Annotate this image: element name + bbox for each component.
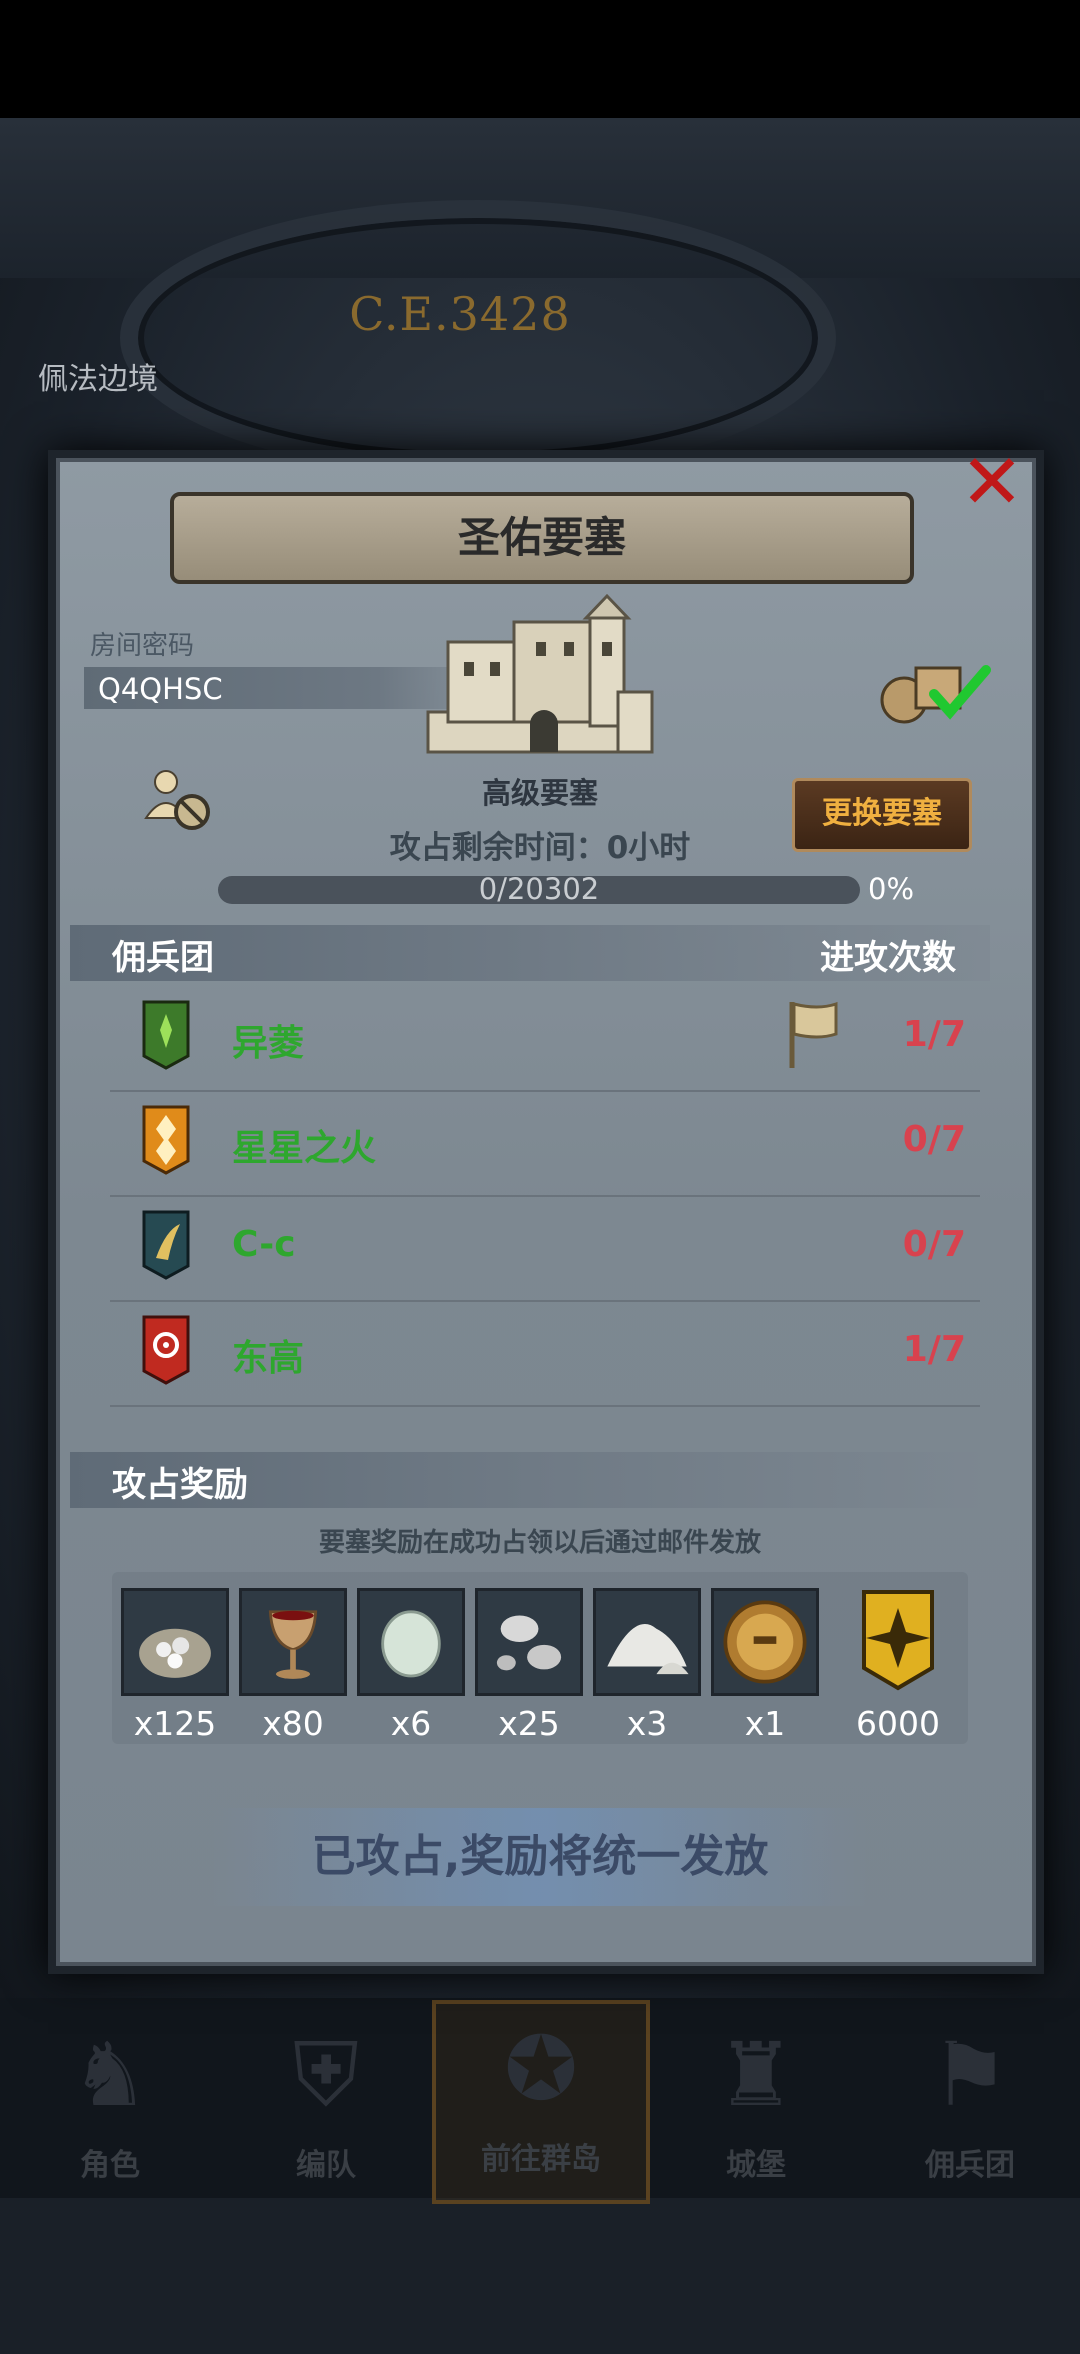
rewards-note: 要塞奖励在成功占领以后通过邮件发放 [318, 1528, 761, 1558]
no-user-icon[interactable] [144, 768, 214, 832]
claim-status-banner: 已攻占,奖励将统一发放 [212, 1808, 868, 1906]
dialog-title: 圣佑要塞 [170, 492, 914, 584]
reward-quantity: x25 [498, 1704, 560, 1743]
reward-item[interactable]: x6 [357, 1588, 465, 1743]
era-label: C.E.3428 [349, 287, 571, 341]
guild-row[interactable]: C-c 0/7 [110, 1196, 980, 1302]
nav-formation[interactable]: ⛨ 编队 [226, 2010, 426, 2200]
fortress-icon [426, 593, 654, 754]
nav-label: 前往群岛 [481, 2142, 601, 2177]
nav-label: 佣兵团 [925, 2148, 1015, 2183]
guild-row[interactable]: 异菱 1/7 [110, 986, 980, 1092]
nav-label: 城堡 [726, 2148, 786, 2183]
attack-count: 0/7 [902, 1224, 966, 1265]
reward-item[interactable]: 6000 [844, 1588, 952, 1743]
reward-item[interactable]: x80 [239, 1588, 347, 1743]
time-remaining: 攻占剩余时间：0小时 [389, 830, 691, 866]
close-button[interactable]: ✕ [956, 442, 1028, 522]
teal-bird-banner-icon [142, 1210, 190, 1280]
knight-helmet-coin-icon [711, 1588, 819, 1696]
fortress-name: 高级要塞 [481, 776, 598, 810]
region-label: 佩法边境 [38, 362, 158, 397]
reward-bag-check-icon[interactable] [876, 654, 994, 726]
reward-item[interactable]: x3 [593, 1588, 701, 1743]
close-icon: ✕ [960, 437, 1024, 526]
flag-icon [789, 1001, 838, 1068]
attack-count: 1/7 [902, 1014, 966, 1055]
nav-mercenary[interactable]: ⚑ 佣兵团 [870, 2010, 1070, 2200]
formation-icon: ⛨ [292, 2023, 359, 2126]
silver-ore-sack-icon [121, 1588, 229, 1696]
attack-count: 0/7 [902, 1119, 966, 1160]
nav-label: 编队 [296, 2148, 356, 2183]
character-icon: ♞ [70, 2023, 150, 2126]
nav-label: 角色 [80, 2148, 140, 2183]
guild-name: 东高 [232, 1338, 305, 1379]
guild-name: 星星之火 [232, 1128, 377, 1169]
islands-compass-icon: ✪ [504, 2017, 578, 2120]
reward-quantity: x6 [390, 1704, 432, 1743]
attack-count: 1/7 [902, 1329, 966, 1370]
change-fortress-button[interactable]: 更换要塞 [792, 778, 972, 852]
attack-count-header: 进攻次数 [820, 938, 956, 978]
reward-quantity: x3 [626, 1704, 668, 1743]
reward-quantity: x80 [262, 1704, 324, 1743]
room-code-value: Q4QHSC [98, 672, 223, 706]
mercenary-header: 佣兵团 [112, 938, 214, 978]
guild-name: C-c [232, 1224, 296, 1265]
moonstone-icon [357, 1588, 465, 1696]
capture-progress-percent: 0% [868, 872, 915, 906]
green-leaf-banner-icon [142, 1000, 190, 1070]
goblet-icon [239, 1588, 347, 1696]
capture-progress-text: 0/20302 [478, 872, 600, 906]
reward-item[interactable]: x25 [475, 1588, 583, 1743]
red-sun-banner-icon [142, 1315, 190, 1385]
reward-item[interactable]: x1 [711, 1588, 819, 1743]
rewards-header: 攻占奖励 [112, 1465, 248, 1505]
nav-castle[interactable]: ♜ 城堡 [656, 2010, 856, 2200]
salt-pile-icon [593, 1588, 701, 1696]
guild-row[interactable]: 东高 1/7 [110, 1301, 980, 1407]
nav-character[interactable]: ♞ 角色 [10, 2010, 210, 2200]
reward-item[interactable]: x125 [121, 1588, 229, 1743]
guild-name: 异菱 [232, 1023, 305, 1064]
status-bar-area [0, 0, 1080, 118]
reward-quantity: x125 [133, 1704, 217, 1743]
guild-banner-token-icon [862, 1590, 934, 1691]
orange-diamond-banner-icon [142, 1105, 190, 1175]
bottom-padding [0, 2198, 1080, 2354]
reward-quantity: x1 [744, 1704, 786, 1743]
guild-row[interactable]: 星星之火 0/7 [110, 1091, 980, 1197]
nav-islands[interactable]: ✪ 前往群岛 [432, 2000, 650, 2204]
reward-quantity: 6000 [856, 1704, 940, 1743]
silver-pebbles-icon [475, 1588, 583, 1696]
mercenary-icon: ⚑ [930, 2023, 1010, 2126]
castle-icon: ♜ [716, 2023, 796, 2126]
room-code-label: 房间密码 [90, 631, 195, 661]
